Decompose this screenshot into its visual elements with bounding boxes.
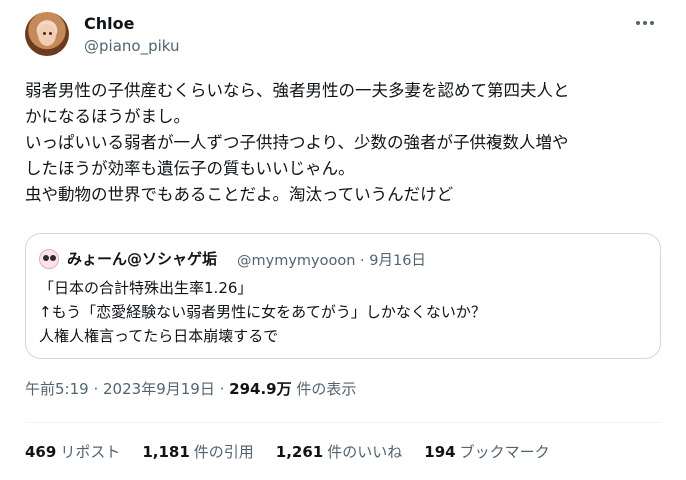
bookmarks-count: 194 [424, 443, 456, 461]
avatar-eye [43, 32, 46, 35]
author-handle[interactable]: @piano_piku [84, 37, 180, 55]
reposts-count: 469 [25, 443, 57, 461]
bookmarks-label: ブックマーク [459, 443, 550, 461]
quoted-body: 「日本の合計特殊出生率1.26」 ↑もう「恋愛経験ない弱者男性に女をあてがう」し… [39, 276, 486, 348]
quoted-line: 「日本の合計特殊出生率1.26」 [39, 279, 253, 297]
post-time[interactable]: 午前5:19 [25, 380, 89, 398]
separator-dot: · [219, 380, 230, 398]
quoted-author-meta: @mymymyooon · 9月16日 [237, 249, 426, 270]
quoted-line: 人権人権言ってたら日本崩壊するで [39, 327, 279, 345]
post-body: 弱者男性の子供産むくらいなら、強者男性の一夫多妻を認めて第四夫人と かになるほう… [25, 78, 665, 208]
avatar-eye [49, 32, 52, 35]
reposts-stat[interactable]: 469 リポスト [25, 441, 120, 462]
post-line: かになるほうがまし。 [25, 107, 190, 126]
quotes-stat[interactable]: 1,181 件の引用 [142, 441, 253, 462]
post-date[interactable]: 2023年9月19日 [103, 380, 215, 398]
engagement-stats: 469 リポスト 1,181 件の引用 1,261 件のいいね 194 ブックマーク [25, 441, 572, 462]
divider [25, 422, 661, 423]
quotes-label: 件の引用 [193, 443, 254, 461]
post-line: いっぱいいる弱者が一人ずつ子供持つより、少数の強者が子供複数人増や [25, 133, 569, 152]
more-options-icon[interactable] [630, 10, 660, 36]
quoted-date: 9月16日 [369, 253, 426, 269]
bookmarks-stat[interactable]: 194 ブックマーク [424, 441, 549, 462]
avatar-eye [50, 255, 56, 261]
separator-dot: · [93, 380, 104, 398]
quoted-line: ↑もう「恋愛経験ない弱者男性に女をあてがう」しかなくないか？ [39, 303, 486, 321]
views-count: 294.9万 [229, 380, 292, 398]
avatar[interactable] [25, 12, 69, 56]
views-label: 件の表示 [296, 380, 357, 398]
post-line: 弱者男性の子供産むくらいなら、強者男性の一夫多妻を認めて第四夫人と [25, 81, 570, 100]
quoted-author-handle: @mymymyooon [237, 253, 356, 269]
avatar-face [38, 24, 56, 46]
reposts-label: リポスト [60, 443, 121, 461]
quoted-post[interactable]: みょーん@ソシャゲ垢 @mymymyooon · 9月16日 「日本の合計特殊出… [25, 233, 661, 359]
likes-stat[interactable]: 1,261 件のいいね [276, 441, 402, 462]
avatar-eye [43, 255, 49, 261]
separator-dot: · [360, 253, 370, 269]
quoted-author-name: みょーん@ソシャゲ垢 [67, 250, 218, 268]
post-line: したほうが効率も遺伝子の質もいいじゃん。 [25, 159, 355, 178]
post-line: 虫や動物の世界でもあることだよ。淘汰っていうんだけど [25, 185, 454, 204]
quoted-avatar [39, 249, 59, 269]
likes-count: 1,261 [275, 443, 324, 461]
author-name[interactable]: Chloe [84, 14, 134, 33]
likes-label: 件のいいね [327, 443, 403, 461]
quotes-count: 1,181 [142, 443, 190, 461]
post-timestamp: 午前5:19 · 2023年9月19日 · 294.9万 件の表示 [25, 378, 356, 399]
